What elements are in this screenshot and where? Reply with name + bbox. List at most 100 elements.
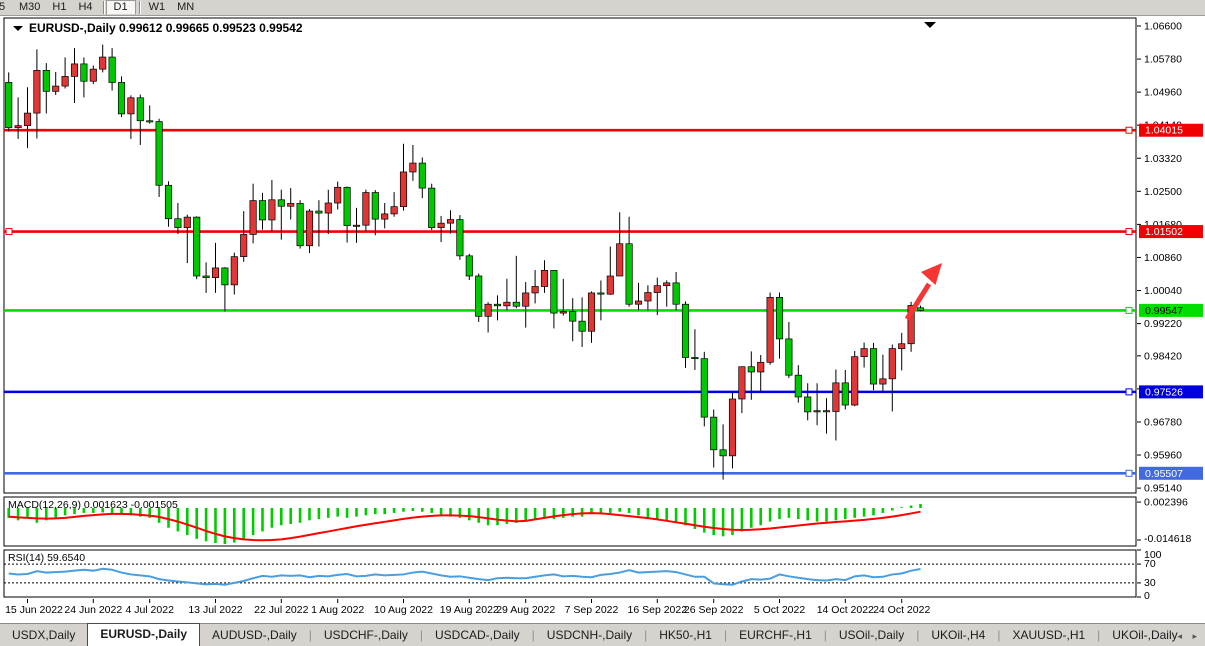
chart-tab-hk50-h1[interactable]: HK50-,H1 — [647, 625, 724, 646]
candle-body — [43, 70, 49, 91]
line-handle[interactable] — [1126, 229, 1132, 235]
candle-body — [748, 367, 754, 372]
candle-body — [184, 217, 190, 227]
candle-body — [917, 308, 923, 311]
chart-tab-usdcnh-daily[interactable]: USDCNH-,Daily — [535, 625, 644, 646]
candle-body — [880, 379, 886, 384]
candle-body — [62, 76, 68, 86]
candle-body — [889, 349, 895, 379]
timeframe-button-mn[interactable]: MN — [170, 0, 201, 15]
date-axis-label: 26 Sep 2022 — [684, 604, 744, 616]
chart-tab-ukoil-h4[interactable]: UKOil-,H4 — [919, 625, 997, 646]
candle-body — [156, 122, 162, 186]
chart-tab-usdchf-daily[interactable]: USDCHF-,Daily — [312, 625, 420, 646]
date-axis-label: 15 Jun 2022 — [5, 604, 63, 616]
candle-body — [852, 357, 858, 405]
date-axis-label: 1 Aug 2022 — [311, 604, 364, 616]
price-axis-label: 0.95960 — [1144, 450, 1182, 462]
timeframe-button-h1[interactable]: H1 — [45, 0, 73, 15]
date-axis-label: 29 Aug 2022 — [496, 604, 555, 616]
candle-body — [269, 200, 275, 220]
candle-body — [504, 302, 510, 306]
candle-body — [476, 276, 482, 316]
chart-tab-audusd-daily[interactable]: AUDUSD-,Daily — [200, 625, 309, 646]
candle-body — [147, 121, 153, 122]
candle-body — [447, 220, 453, 224]
candle-body — [194, 217, 200, 276]
date-axis-label: 22 Jul 2022 — [254, 604, 308, 616]
candle-body — [241, 234, 247, 256]
candle-body — [645, 293, 651, 301]
candle-body — [137, 98, 143, 121]
candle-body — [570, 311, 576, 321]
price-axis-label: 0.98420 — [1144, 350, 1182, 362]
price-level-badge-text: 0.95507 — [1145, 468, 1183, 480]
chart-tab-eurchf-h1[interactable]: EURCHF-,H1 — [727, 625, 824, 646]
date-axis-label: 24 Oct 2022 — [873, 604, 930, 616]
line-handle[interactable] — [1126, 307, 1132, 313]
candle-body — [391, 207, 397, 214]
candle-body — [682, 304, 688, 357]
price-level-badge-text: 0.97526 — [1145, 386, 1183, 398]
candle-body — [870, 349, 876, 384]
macd-scale-min: -0.014618 — [1144, 533, 1191, 545]
price-axis-label: 1.03320 — [1144, 153, 1182, 165]
candle-body — [165, 185, 171, 218]
candle-body — [823, 411, 829, 412]
candle-body — [203, 276, 209, 278]
candle-body — [438, 223, 444, 227]
chart-tab-usdcad-daily[interactable]: USDCAD-,Daily — [423, 625, 532, 646]
candle-body — [212, 268, 218, 278]
candle-body — [118, 82, 124, 113]
line-handle[interactable] — [1126, 127, 1132, 133]
line-handle[interactable] — [6, 229, 12, 235]
chart-tab-usdx-daily[interactable]: USDX,Daily — [0, 625, 87, 646]
candle-body — [541, 270, 547, 286]
date-axis-label: 14 Oct 2022 — [817, 604, 874, 616]
candle-body — [598, 293, 604, 294]
candle-body — [720, 450, 726, 456]
candle-body — [306, 211, 312, 246]
candle-body — [175, 219, 181, 228]
date-axis-label: 7 Sep 2022 — [565, 604, 619, 616]
line-handle[interactable] — [1126, 389, 1132, 395]
candle-body — [109, 57, 115, 82]
timeframe-button-h4[interactable]: H4 — [71, 0, 99, 15]
timeframe-toolbar: 5M30H1H4D1W1MN — [0, 0, 1205, 16]
candle-body — [429, 188, 435, 228]
candle-body — [494, 304, 500, 306]
candle-body — [767, 297, 773, 362]
candle-body — [372, 193, 378, 220]
price-axis-label: 1.06600 — [1144, 21, 1182, 33]
price-chart-window — [4, 18, 1136, 493]
candle-body — [6, 82, 12, 127]
candle-body — [466, 256, 472, 276]
line-handle[interactable] — [1126, 470, 1132, 476]
candle-body — [363, 193, 369, 226]
candle-body — [100, 57, 106, 69]
candle-body — [382, 214, 388, 219]
toolbar-separator — [103, 1, 105, 14]
date-axis-label: 24 Jun 2022 — [64, 604, 122, 616]
timeframe-button-m30[interactable]: M30 — [12, 0, 47, 15]
chart-tab-eurusd-daily[interactable]: EURUSD-,Daily — [87, 623, 200, 646]
chart-tab-usoil-daily[interactable]: USOil-,Daily — [827, 625, 916, 646]
candle-body — [833, 383, 839, 412]
candle-body — [128, 98, 134, 114]
chart-tab-xauusd-h1[interactable]: XAUUSD-,H1 — [1000, 625, 1097, 646]
candle-body — [316, 211, 322, 213]
candle-body — [861, 349, 867, 357]
timeframe-button-d1[interactable]: D1 — [106, 0, 136, 15]
candle-body — [419, 163, 425, 188]
rsi-scale-label: 0 — [1144, 590, 1150, 602]
price-axis-label: 1.05780 — [1144, 54, 1182, 66]
price-axis-label: 0.96780 — [1144, 416, 1182, 428]
candle-body — [231, 257, 237, 285]
tab-scroll-arrows[interactable]: ◂ ▸ — [1177, 631, 1201, 642]
timeframe-button-w1[interactable]: W1 — [142, 0, 173, 15]
chart-tab-bar: USDX,DailyEURUSD-,DailyAUDUSD-,Daily|USD… — [0, 623, 1205, 646]
chart-tab-ukoil-daily[interactable]: UKOil-,Daily — [1100, 625, 1189, 646]
candle-body — [400, 172, 406, 207]
candle-body — [729, 399, 735, 456]
chart-title: EURUSD-,Daily 0.99612 0.99665 0.99523 0.… — [29, 21, 303, 35]
